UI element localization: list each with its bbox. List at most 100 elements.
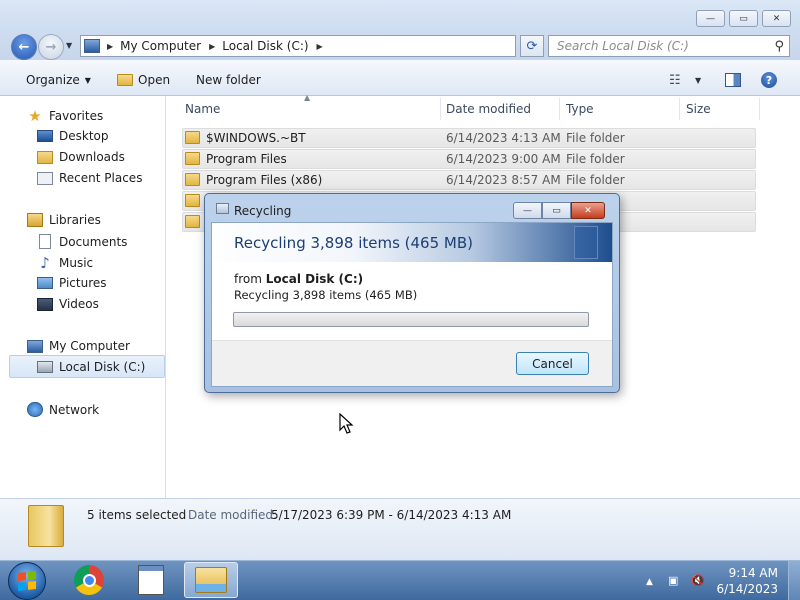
preview-pane-icon[interactable] xyxy=(725,73,741,87)
computer-icon xyxy=(84,39,100,53)
file-type: File folder xyxy=(566,152,625,166)
nav-label: Documents xyxy=(59,234,128,249)
forward-button[interactable]: → xyxy=(38,34,64,60)
videos-icon xyxy=(37,297,53,311)
column-divider[interactable] xyxy=(679,98,680,120)
address-bar[interactable]: ▶ My Computer ▶ Local Disk (C:) ▶ xyxy=(80,35,516,57)
nav-label: Downloads xyxy=(59,150,125,164)
nav-downloads[interactable]: Downloads xyxy=(37,150,125,164)
mouse-cursor-icon xyxy=(339,413,354,434)
column-divider[interactable] xyxy=(440,98,441,120)
column-label: Type xyxy=(566,101,594,116)
taskbar-chrome[interactable] xyxy=(62,562,116,598)
volume-muted-icon[interactable]: 🔇 xyxy=(691,574,705,587)
file-date: 6/14/2023 8:57 AM xyxy=(446,173,561,187)
dialog-minimize-button[interactable]: — xyxy=(513,202,542,219)
folder-icon xyxy=(117,74,133,86)
nav-documents[interactable]: Documents xyxy=(37,234,127,249)
minimize-button[interactable]: — xyxy=(696,10,725,27)
forward-arrow-icon: → xyxy=(45,39,57,55)
column-label: Date modified xyxy=(446,101,532,116)
sort-ascending-icon: ▲ xyxy=(304,93,311,102)
taskbar-explorer[interactable] xyxy=(184,562,238,598)
star-icon: ★ xyxy=(28,106,42,125)
music-icon: ♪ xyxy=(40,253,50,272)
column-divider[interactable] xyxy=(759,98,760,120)
dialog-source: from Local Disk (C:) xyxy=(234,272,363,286)
nav-libraries[interactable]: Libraries xyxy=(27,213,101,227)
folder-icon xyxy=(185,173,200,186)
file-date: 6/14/2023 9:00 AM xyxy=(446,152,561,166)
documents-icon xyxy=(39,234,51,249)
breadcrumb-arrow-icon[interactable]: ▶ xyxy=(317,42,323,51)
column-header-size[interactable]: Size xyxy=(686,96,711,121)
recent-places-icon xyxy=(37,171,53,185)
show-desktop-button[interactable] xyxy=(788,561,800,600)
breadcrumb-arrow-icon[interactable]: ▶ xyxy=(209,42,215,51)
network-tray-icon[interactable]: ▣ xyxy=(668,574,678,587)
nav-label: Music xyxy=(59,255,94,270)
nav-local-disk[interactable]: Local Disk (C:) xyxy=(37,360,145,374)
file-name: $WINDOWS.~BT xyxy=(206,131,306,145)
recent-pages-dropdown[interactable]: ▼ xyxy=(66,41,72,50)
nav-label: My Computer xyxy=(49,339,130,353)
folder-icon xyxy=(28,505,64,547)
column-header-name[interactable]: Name xyxy=(185,96,220,121)
nav-favorites[interactable]: ★ Favorites xyxy=(27,106,104,125)
chrome-icon xyxy=(74,565,104,595)
selection-count: 5 items selected xyxy=(87,508,187,522)
desktop-icon xyxy=(37,130,53,142)
back-arrow-icon: ← xyxy=(18,39,30,55)
folder-icon xyxy=(185,131,200,144)
change-view-icon[interactable]: ☷ xyxy=(669,73,681,88)
window-titlebar xyxy=(0,0,800,32)
nav-label: Local Disk (C:) xyxy=(59,360,146,374)
maximize-button[interactable]: ▭ xyxy=(729,10,758,27)
column-divider[interactable] xyxy=(559,98,560,120)
cancel-button[interactable]: Cancel xyxy=(516,352,589,375)
view-options-dropdown[interactable]: ▼ xyxy=(695,76,701,85)
dialog-heading: Recycling 3,898 items (465 MB) xyxy=(234,234,473,252)
back-button[interactable]: ← xyxy=(11,34,37,60)
folder-icon xyxy=(185,152,200,165)
libraries-icon xyxy=(27,213,43,227)
close-button[interactable]: ✕ xyxy=(762,10,791,27)
open-button[interactable]: Open xyxy=(117,73,170,87)
nav-desktop[interactable]: Desktop xyxy=(37,129,109,143)
chevron-down-icon: ▼ xyxy=(84,75,91,85)
show-hidden-icons-button[interactable]: ▲ xyxy=(646,577,653,587)
nav-music[interactable]: ♪ Music xyxy=(37,253,94,272)
breadcrumb-local-disk[interactable]: Local Disk (C:) xyxy=(222,39,308,53)
file-name: Program Files xyxy=(206,152,287,166)
file-date: 6/14/2023 4:13 AM xyxy=(446,131,561,145)
breadcrumb-arrow-icon[interactable]: ▶ xyxy=(107,42,113,51)
nav-label: Network xyxy=(49,402,100,417)
refresh-button[interactable]: ⟳ xyxy=(520,35,544,57)
new-folder-button[interactable]: New folder xyxy=(196,73,261,87)
computer-icon xyxy=(27,339,43,353)
column-header-date[interactable]: Date modified xyxy=(446,96,531,121)
open-label: Open xyxy=(138,73,171,87)
column-header-type[interactable]: Type xyxy=(566,96,594,121)
search-icon[interactable]: ⚲ xyxy=(774,39,784,54)
nav-videos[interactable]: Videos xyxy=(37,297,99,311)
help-icon[interactable]: ? xyxy=(761,72,777,88)
nav-label: Favorites xyxy=(49,108,104,123)
dialog-close-button[interactable]: ✕ xyxy=(571,202,605,219)
search-input[interactable]: Search Local Disk (C:) ⚲ xyxy=(548,35,790,57)
taskbar-notepad[interactable] xyxy=(124,562,178,598)
nav-pictures[interactable]: Pictures xyxy=(37,276,107,290)
nav-network[interactable]: Network xyxy=(27,402,99,417)
nav-label: Libraries xyxy=(49,213,101,227)
dialog-maximize-button[interactable]: ▭ xyxy=(542,202,571,219)
breadcrumb-my-computer[interactable]: My Computer xyxy=(120,39,201,53)
organize-button[interactable]: Organize ▼ xyxy=(26,73,91,87)
nav-my-computer[interactable]: My Computer xyxy=(27,339,130,353)
folder-icon xyxy=(185,215,200,228)
start-button[interactable] xyxy=(8,562,46,600)
column-label: Name xyxy=(185,101,221,116)
taskbar-clock[interactable]: 9:14 AM 6/14/2023 xyxy=(716,565,778,597)
date-modified-range: 5/17/2023 6:39 PM - 6/14/2023 4:13 AM xyxy=(271,508,512,522)
nav-label: Desktop xyxy=(59,129,109,143)
nav-recent-places[interactable]: Recent Places xyxy=(37,171,142,185)
